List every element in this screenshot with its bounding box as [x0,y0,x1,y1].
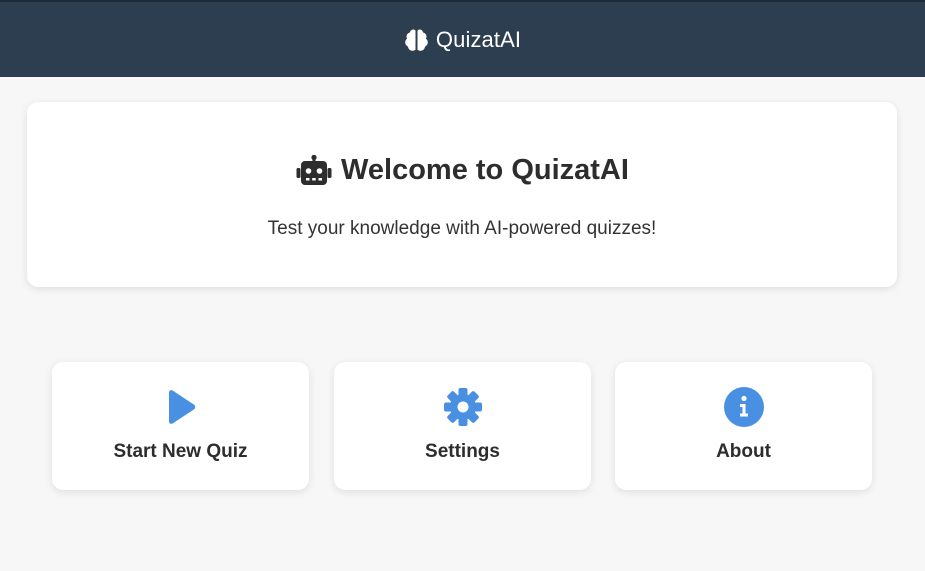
settings-label: Settings [425,441,500,462]
app-title: QuizatAI [435,26,522,52]
info-icon [615,387,872,427]
start-new-quiz-label: Start New Quiz [113,441,248,462]
play-icon [52,387,309,427]
welcome-subtitle: Test your knowledge with AI-powered quiz… [267,218,657,239]
settings-button[interactable]: Settings [334,362,591,490]
gear-icon [334,387,591,427]
welcome-card: Welcome to QuizatAI Test your knowledge … [27,102,897,287]
start-new-quiz-button[interactable]: Start New Quiz [52,362,309,490]
welcome-heading: Welcome to QuizatAI [27,154,897,187]
app-header: QuizatAI [0,2,925,77]
brain-icon [404,28,429,52]
robot-icon [295,154,333,187]
brand[interactable]: QuizatAI [404,27,521,53]
welcome-title-text: Welcome to QuizatAI [341,154,629,186]
about-label: About [716,441,771,462]
about-button[interactable]: About [615,362,872,490]
